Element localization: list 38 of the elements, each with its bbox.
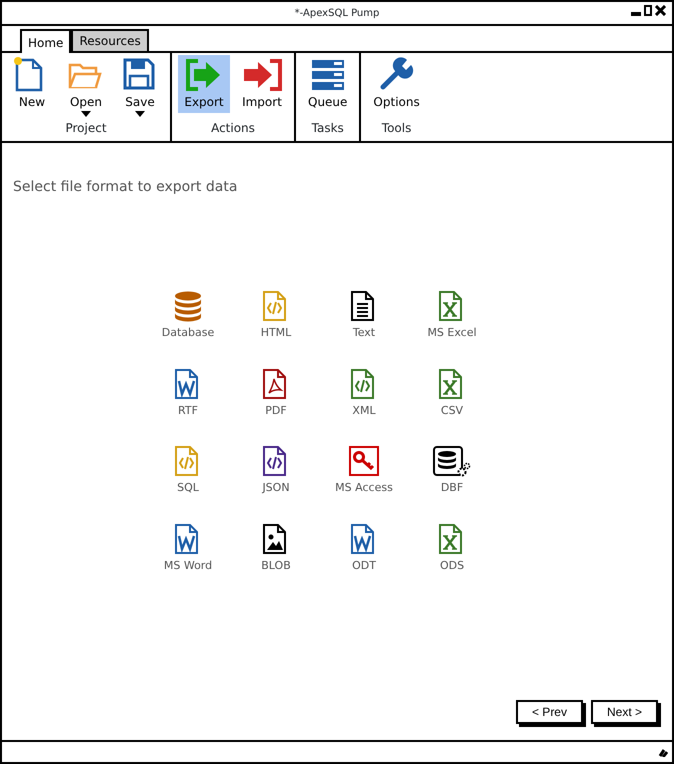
instruction-text: Select file format to export data [13, 178, 238, 197]
ribbon-button[interactable]: Queue [302, 55, 354, 113]
format-option[interactable]: RTF [144, 368, 232, 419]
nav-button[interactable]: < Prev [516, 700, 583, 724]
ribbon-button[interactable]: Export [178, 55, 230, 113]
format-option[interactable]: ODT [320, 522, 408, 574]
format-option[interactable]: MS Excel [408, 290, 496, 342]
format-option[interactable]: PDF [232, 368, 320, 419]
enter-arrow-icon [242, 57, 282, 93]
tab[interactable]: Resources [71, 29, 149, 51]
group-label: Tasks [312, 120, 344, 137]
ribbon-button[interactable]: Options [367, 55, 426, 113]
format-option[interactable]: JSON [232, 445, 320, 496]
format-option[interactable]: HTML [232, 290, 320, 342]
format-option[interactable]: Database [144, 290, 232, 342]
format-option[interactable]: MS Access [320, 445, 408, 496]
resize-grip-icon[interactable] [658, 747, 668, 757]
format-option[interactable]: Text [320, 290, 408, 342]
ribbon-button[interactable]: Open [62, 55, 110, 119]
maximize-icon[interactable] [644, 5, 652, 16]
format-option[interactable]: SQL [144, 445, 232, 496]
group-label: Project [65, 120, 107, 137]
format-option[interactable]: ODS [408, 522, 496, 574]
format-option[interactable]: DBF [408, 445, 496, 496]
format-option[interactable]: MS Word [144, 522, 232, 574]
close-icon[interactable] [655, 5, 666, 16]
ribbon-button[interactable]: Import [236, 55, 288, 113]
stacked-bars-icon [310, 57, 346, 93]
nav-button[interactable]: Next > [590, 700, 658, 724]
group-label: Actions [211, 120, 255, 137]
tab[interactable]: Home [20, 29, 72, 53]
ribbon-button[interactable]: Save [116, 55, 164, 119]
window-title: *-ApexSQL Pump [294, 6, 380, 20]
format-option[interactable]: XML [320, 368, 408, 419]
format-option[interactable]: CSV [408, 368, 496, 419]
ribbon-button[interactable]: New [8, 55, 56, 113]
group-label: Tools [382, 120, 412, 137]
format-option[interactable]: BLOB [232, 522, 320, 574]
